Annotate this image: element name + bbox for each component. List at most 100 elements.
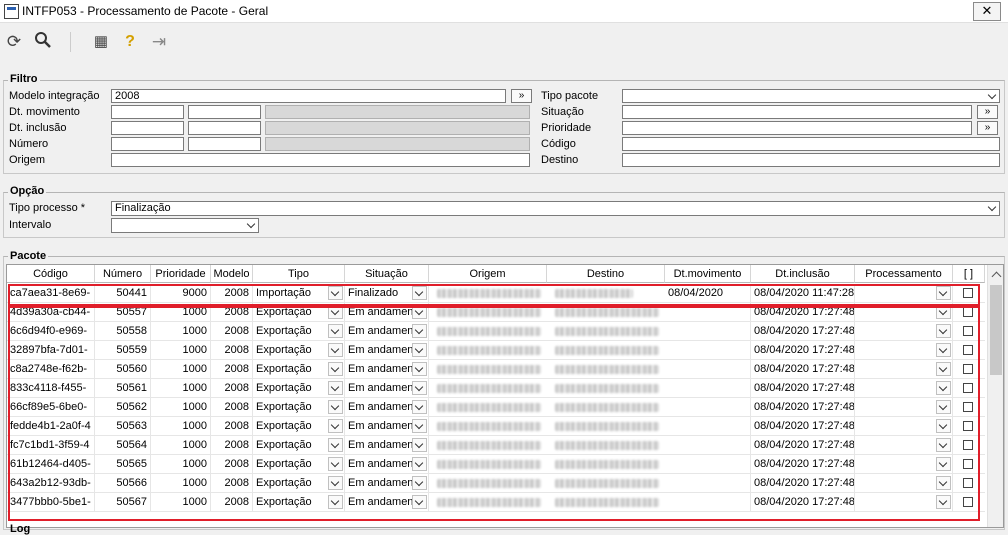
situacao-dropdown-button[interactable] (412, 476, 427, 490)
row-checkbox[interactable] (963, 383, 973, 393)
row-checkbox[interactable] (963, 478, 973, 488)
column-header-situacao[interactable]: Situação (345, 265, 429, 283)
modelo-lookup-button[interactable]: » (511, 89, 532, 103)
table-row[interactable]: 833c4118-f455- 50561 1000 2008 Exportação Em … (7, 379, 985, 398)
column-header-select[interactable]: [ ] (953, 265, 985, 283)
situacao-dropdown-button[interactable] (412, 495, 427, 509)
row-checkbox[interactable] (963, 326, 973, 336)
tipo-dropdown-button[interactable] (328, 381, 343, 395)
processamento-cell[interactable] (855, 417, 953, 435)
processamento-cell[interactable] (855, 341, 953, 359)
row-checkbox[interactable] (963, 364, 973, 374)
table-row[interactable]: 3477bbb0-5be1- 50567 1000 2008 Exportação Em … (7, 493, 985, 512)
origem-input[interactable] (111, 153, 530, 167)
row-checkbox[interactable] (963, 440, 973, 450)
column-header-tipo[interactable]: Tipo (253, 265, 345, 283)
column-header-processamento[interactable]: Processamento (855, 265, 953, 283)
calculator-icon[interactable]: ▦ (90, 31, 112, 53)
close-button[interactable]: ✕ (973, 2, 1001, 21)
row-checkbox[interactable] (963, 288, 973, 298)
tipo-dropdown-button[interactable] (328, 495, 343, 509)
row-checkbox[interactable] (963, 345, 973, 355)
tipo-dropdown-button[interactable] (328, 400, 343, 414)
row-checkbox[interactable] (963, 497, 973, 507)
situacao-dropdown-button[interactable] (412, 324, 427, 338)
table-row[interactable]: 32897bfa-7d01- 50559 1000 2008 Exportação Em … (7, 341, 985, 360)
processamento-cell[interactable] (855, 398, 953, 416)
situacao-dropdown-button[interactable] (412, 286, 427, 300)
codigo-input[interactable] (622, 137, 1000, 151)
tipo-dropdown-button[interactable] (328, 476, 343, 490)
tipo-dropdown-button[interactable] (328, 286, 343, 300)
numero-end-input[interactable] (188, 137, 261, 151)
situacao-dropdown-button[interactable] (412, 343, 427, 357)
dt-movimento-start-input[interactable] (111, 105, 184, 119)
dt-movimento-end-input[interactable] (188, 105, 261, 119)
table-row[interactable]: 6c6d94f0-e969- 50558 1000 2008 Exportação Em … (7, 322, 985, 341)
processamento-cell[interactable] (855, 379, 953, 397)
destino-input[interactable] (622, 153, 1000, 167)
situacao-dropdown-button[interactable] (412, 438, 427, 452)
scroll-thumb[interactable] (990, 285, 1002, 375)
help-icon[interactable]: ? (119, 31, 141, 53)
table-row[interactable]: 4d39a30a-cb44- 50557 1000 2008 Exportação Em … (7, 303, 985, 322)
table-row[interactable]: 66cf89e5-6be0- 50562 1000 2008 Exportação Em … (7, 398, 985, 417)
scroll-up-icon[interactable] (991, 271, 1002, 282)
tipo-dropdown-button[interactable] (328, 362, 343, 376)
situacao-dropdown-button[interactable] (412, 400, 427, 414)
situacao-dropdown-button[interactable] (412, 381, 427, 395)
processamento-cell[interactable] (855, 284, 953, 302)
table-row[interactable]: 643a2b12-93db- 50566 1000 2008 Exportação Em … (7, 474, 985, 493)
tipo-pacote-select[interactable] (622, 89, 1000, 103)
column-header-destino[interactable]: Destino (547, 265, 665, 283)
column-header-codigo[interactable]: Código (7, 265, 95, 283)
dt-movimento-cell (665, 436, 751, 454)
table-row[interactable]: c8a2748e-f62b- 50560 1000 2008 Exportação Em … (7, 360, 985, 379)
processamento-cell[interactable] (855, 303, 953, 321)
processamento-cell[interactable] (855, 474, 953, 492)
refresh-icon[interactable]: ⟳ (3, 31, 25, 53)
table-row[interactable]: 61b12464-d405- 50565 1000 2008 Exportação Em … (7, 455, 985, 474)
table-row[interactable]: fc7c1bd1-3f59-4 50564 1000 2008 Exportação Em… (7, 436, 985, 455)
processamento-cell[interactable] (855, 360, 953, 378)
tipo-processo-select[interactable]: Finalização (111, 201, 1000, 216)
row-checkbox[interactable] (963, 307, 973, 317)
processamento-cell[interactable] (855, 493, 953, 511)
row-checkbox[interactable] (963, 459, 973, 469)
processamento-cell[interactable] (855, 322, 953, 340)
modelo-input[interactable]: 2008 (111, 89, 506, 103)
column-header-modelo[interactable]: Modelo (211, 265, 253, 283)
prioridade-input[interactable] (622, 121, 972, 135)
situacao-dropdown-button[interactable] (412, 457, 427, 471)
vertical-scrollbar[interactable] (987, 265, 1003, 527)
situacao-lookup-button[interactable]: » (977, 105, 998, 119)
tipo-dropdown-button[interactable] (328, 305, 343, 319)
tipo-dropdown-button[interactable] (328, 343, 343, 357)
tipo-dropdown-button[interactable] (328, 438, 343, 452)
dt-inclusao-start-input[interactable] (111, 121, 184, 135)
column-header-prioridade[interactable]: Prioridade (151, 265, 211, 283)
column-header-dt-inclusao[interactable]: Dt.inclusão (751, 265, 855, 283)
table-row[interactable]: fedde4b1-2a0f-4 50563 1000 2008 Exportação Em… (7, 417, 985, 436)
intervalo-select[interactable] (111, 218, 259, 233)
row-checkbox[interactable] (963, 421, 973, 431)
situacao-dropdown-button[interactable] (412, 305, 427, 319)
situacao-dropdown-button[interactable] (412, 419, 427, 433)
numero-start-input[interactable] (111, 137, 184, 151)
tipo-dropdown-button[interactable] (328, 457, 343, 471)
situacao-input[interactable] (622, 105, 972, 119)
processamento-cell[interactable] (855, 455, 953, 473)
row-checkbox[interactable] (963, 402, 973, 412)
column-header-dt-movimento[interactable]: Dt.movimento (665, 265, 751, 283)
situacao-dropdown-button[interactable] (412, 362, 427, 376)
exit-icon[interactable]: ⇥ (148, 31, 170, 53)
search-icon[interactable] (32, 31, 54, 53)
column-header-origem[interactable]: Origem (429, 265, 547, 283)
table-row[interactable]: ca7aea31-8e69- 50441 9000 2008 Importação Fin… (7, 284, 985, 303)
prioridade-lookup-button[interactable]: » (977, 121, 998, 135)
tipo-dropdown-button[interactable] (328, 324, 343, 338)
processamento-cell[interactable] (855, 436, 953, 454)
tipo-dropdown-button[interactable] (328, 419, 343, 433)
column-header-numero[interactable]: Número (95, 265, 151, 283)
dt-inclusao-end-input[interactable] (188, 121, 261, 135)
